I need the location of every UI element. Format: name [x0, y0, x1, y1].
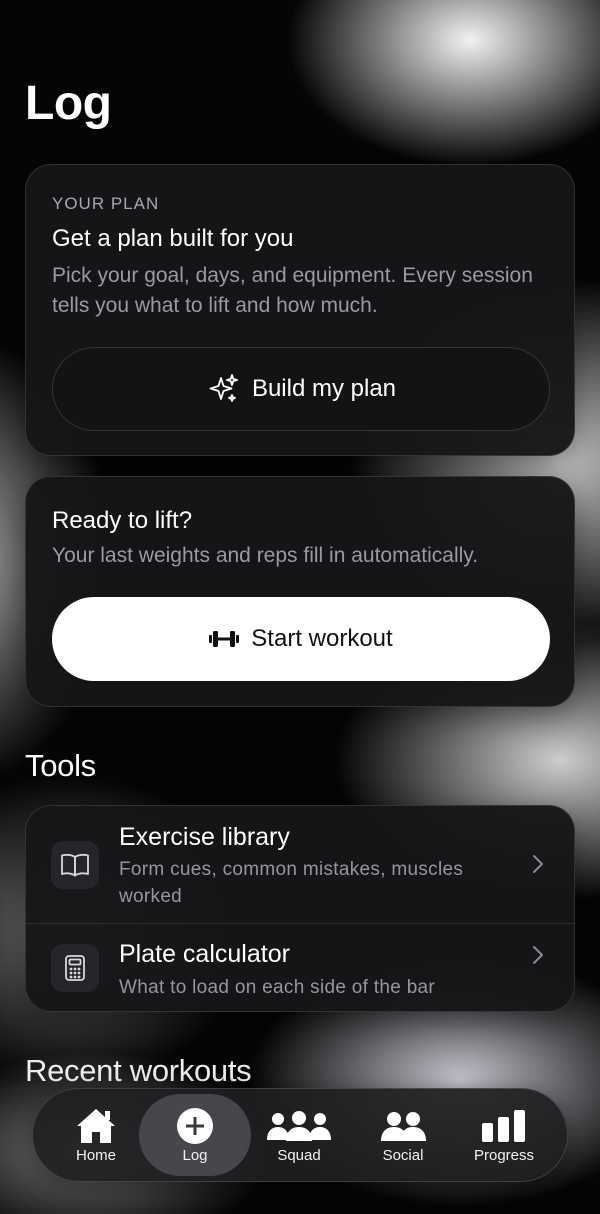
exercise-library-title: Exercise library [119, 823, 290, 851]
exercise-library-row[interactable]: Exercise library Form cues, common mista… [26, 806, 574, 923]
plan-eyebrow: YOUR PLAN [52, 194, 160, 213]
tab-home[interactable]: Home [47, 1089, 145, 1183]
sparkles-icon [206, 372, 240, 406]
book-icon [51, 841, 99, 889]
tab-progress-label: Progress [473, 1147, 535, 1164]
tab-squad-label: Squad [277, 1147, 321, 1164]
plate-calculator-row[interactable]: Plate calculator What to load on each si… [26, 923, 574, 1013]
ready-card: Ready to lift? Your last weights and rep… [25, 476, 575, 707]
tab-social-label: Social [382, 1147, 424, 1164]
build-plan-button[interactable]: Build my plan [52, 347, 550, 431]
log-screen: Log YOUR PLAN Get a plan built for you P… [0, 0, 600, 1214]
chevron-right-icon [532, 854, 544, 879]
bottom-tab-bar: Home Log Squad Social Progress [32, 1088, 568, 1182]
chevron-right-icon [532, 945, 544, 970]
exercise-library-subtitle: Form cues, common mistakes, muscles work… [119, 859, 464, 907]
dumbbell-icon [209, 630, 240, 648]
build-plan-label: Build my plan [251, 375, 397, 402]
calculator-icon [51, 944, 99, 992]
ready-title: Ready to lift? [52, 507, 193, 534]
plus-circle-icon [176, 1106, 214, 1146]
home-icon [75, 1106, 117, 1146]
ready-description: Your last weights and reps fill in autom… [52, 544, 479, 567]
tab-social[interactable]: Social [355, 1089, 451, 1183]
plan-card: YOUR PLAN Get a plan built for you Pick … [25, 164, 575, 456]
start-workout-label: Start workout [251, 625, 393, 652]
plan-description: Pick your goal, days, and equipment. Eve… [52, 264, 533, 317]
tab-home-label: Home [75, 1147, 116, 1164]
tab-squad[interactable]: Squad [251, 1089, 347, 1183]
page-title: Log [25, 77, 112, 130]
tab-progress[interactable]: Progress [453, 1089, 555, 1183]
bar-chart-icon [481, 1106, 527, 1146]
plan-title: Get a plan built for you [52, 225, 294, 252]
tools-card: Exercise library Form cues, common mista… [25, 805, 575, 1012]
recent-workouts-title: Recent workouts [25, 1053, 252, 1088]
people-icon [379, 1106, 427, 1146]
plate-calculator-title: Plate calculator [119, 940, 290, 968]
group-icon [266, 1106, 332, 1146]
tab-log[interactable]: Log [147, 1089, 243, 1183]
plate-calculator-subtitle: What to load on each side of the bar [119, 977, 436, 998]
start-workout-button[interactable]: Start workout [52, 597, 550, 681]
tools-section-title: Tools [25, 748, 96, 783]
tab-log-label: Log [182, 1147, 208, 1164]
